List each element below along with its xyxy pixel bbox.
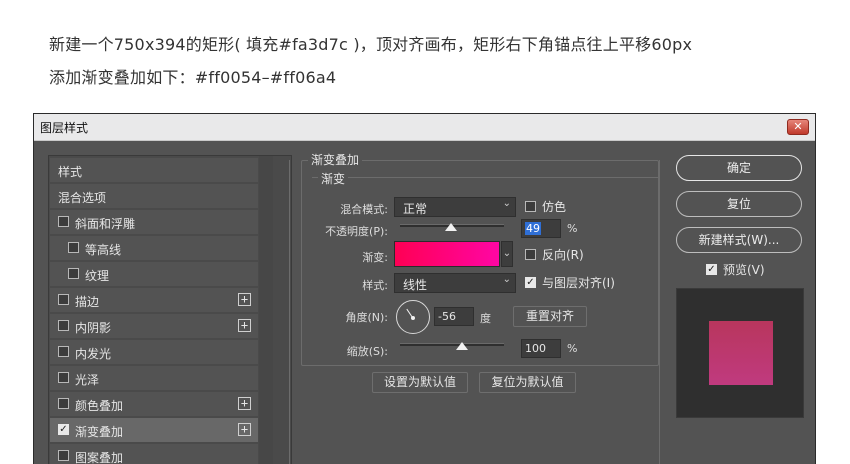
- reset-to-default-button[interactable]: 复位为默认值: [479, 372, 576, 393]
- gradient-style-select[interactable]: 线性 ⌄: [394, 273, 516, 293]
- satin-checkbox[interactable]: [58, 372, 69, 383]
- add-inner-shadow-icon[interactable]: +: [238, 319, 251, 332]
- reset-button[interactable]: 复位: [676, 191, 802, 217]
- new-style-button[interactable]: 新建样式(W)...: [676, 227, 802, 253]
- sidebar-item-blending-options[interactable]: 混合选项: [50, 184, 258, 208]
- preview-swatch: [709, 321, 773, 385]
- scale-input[interactable]: 100: [521, 339, 561, 358]
- ok-button[interactable]: 确定: [676, 155, 802, 181]
- gradient-swatch[interactable]: [394, 241, 500, 267]
- group-title: 渐变叠加: [308, 151, 363, 168]
- scale-label: 缩放(S):: [346, 345, 388, 358]
- scale-unit: %: [567, 342, 578, 355]
- angle-input[interactable]: -56: [434, 307, 474, 326]
- inner-shadow-checkbox[interactable]: [58, 320, 69, 331]
- texture-checkbox[interactable]: [68, 268, 79, 279]
- opacity-input[interactable]: 49: [521, 219, 561, 238]
- style-label: 样式:: [362, 279, 388, 292]
- preview-label: 预览(V): [723, 263, 765, 277]
- close-button[interactable]: ✕: [787, 119, 809, 135]
- inner-glow-checkbox[interactable]: [58, 346, 69, 357]
- sidebar-item-label: 渐变叠加: [75, 425, 124, 439]
- subgroup-title: 渐变: [318, 170, 349, 187]
- add-stroke-icon[interactable]: +: [238, 293, 251, 306]
- stroke-checkbox[interactable]: [58, 294, 69, 305]
- scale-slider-thumb[interactable]: [456, 342, 469, 350]
- set-default-button[interactable]: 设置为默认值: [372, 372, 468, 393]
- dither-checkbox[interactable]: [525, 201, 536, 212]
- bevel-emboss-checkbox[interactable]: [58, 216, 69, 227]
- sidebar-item-satin[interactable]: 光泽: [50, 366, 258, 390]
- opacity-unit: %: [567, 222, 578, 235]
- blend-mode-label: 混合模式:: [340, 203, 388, 216]
- reverse-label: 反向(R): [542, 248, 584, 262]
- sidebar-item-label: 混合选项: [58, 191, 107, 205]
- angle-label: 角度(N):: [345, 311, 388, 324]
- scale-slider-track[interactable]: [400, 343, 504, 346]
- style-list-scrollbar[interactable]: [259, 156, 273, 464]
- sidebar-item-gradient-overlay[interactable]: ✓ 渐变叠加 +: [50, 418, 258, 442]
- angle-dial-center: [411, 316, 415, 320]
- panel-divider: [659, 160, 660, 464]
- reset-alignment-button[interactable]: 重置对齐: [513, 306, 587, 327]
- sidebar-item-color-overlay[interactable]: 颜色叠加 +: [50, 392, 258, 416]
- layer-style-dialog: 图层样式 ✕ 样式 混合选项 斜面和浮雕 等高线 纹理 描边 + 内阴影 + 内…: [33, 113, 816, 464]
- opacity-value: 49: [525, 222, 541, 235]
- intro-line-1: 新建一个750x394的矩形( 填充#fa3d7c )，顶对齐画布，矩形右下角锚…: [49, 35, 693, 54]
- align-with-layer-checkbox[interactable]: ✓: [525, 277, 536, 288]
- angle-unit: 度: [480, 312, 491, 325]
- dialog-title: 图层样式: [40, 121, 89, 135]
- chevron-down-icon: ⌄: [502, 274, 511, 285]
- sidebar-item-inner-shadow[interactable]: 内阴影 +: [50, 314, 258, 338]
- sidebar-item-label: 斜面和浮雕: [75, 217, 136, 231]
- opacity-slider-thumb[interactable]: [444, 223, 457, 231]
- sidebar-item-label: 内发光: [75, 347, 112, 361]
- sidebar-item-label: 内阴影: [75, 321, 112, 335]
- gradient-picker-dropdown[interactable]: ⌄: [501, 241, 513, 267]
- sidebar-item-label: 图案叠加: [75, 451, 124, 464]
- add-color-overlay-icon[interactable]: +: [238, 397, 251, 410]
- sidebar-item-label: 样式: [58, 165, 83, 179]
- reverse-checkbox[interactable]: [525, 249, 536, 260]
- align-with-layer-label: 与图层对齐(I): [542, 276, 615, 290]
- sidebar-item-stroke[interactable]: 描边 +: [50, 288, 258, 312]
- sidebar-item-label: 纹理: [85, 269, 110, 283]
- opacity-label: 不透明度(P):: [325, 225, 388, 238]
- dither-label: 仿色: [542, 200, 567, 214]
- sidebar-item-inner-glow[interactable]: 内发光: [50, 340, 258, 364]
- pattern-overlay-checkbox[interactable]: [58, 450, 69, 461]
- gradient-label: 渐变:: [362, 251, 388, 264]
- blend-mode-value: 正常: [403, 202, 428, 216]
- sidebar-item-label: 描边: [75, 295, 100, 309]
- gradient-style-value: 线性: [403, 278, 428, 292]
- panel-divider: [289, 160, 290, 464]
- chevron-down-icon: ⌄: [502, 248, 512, 259]
- color-overlay-checkbox[interactable]: [58, 398, 69, 409]
- sidebar-item-styles[interactable]: 样式: [50, 158, 258, 182]
- blend-mode-select[interactable]: 正常 ⌄: [394, 197, 516, 217]
- sidebar-item-pattern-overlay[interactable]: 图案叠加: [50, 444, 258, 464]
- add-gradient-overlay-icon[interactable]: +: [238, 423, 251, 436]
- style-preview: [676, 288, 804, 418]
- close-icon: ✕: [793, 120, 803, 133]
- sidebar-item-texture[interactable]: 纹理: [50, 262, 258, 286]
- sidebar-item-label: 等高线: [85, 243, 122, 257]
- intro-line-2: 添加渐变叠加如下：#ff0054–#ff06a4: [49, 68, 337, 87]
- preview-checkbox[interactable]: ✓: [706, 264, 717, 275]
- contour-checkbox[interactable]: [68, 242, 79, 253]
- sidebar-item-contour[interactable]: 等高线: [50, 236, 258, 260]
- sidebar-item-label: 颜色叠加: [75, 399, 124, 413]
- chevron-down-icon: ⌄: [502, 198, 511, 209]
- angle-dial[interactable]: [396, 300, 430, 334]
- sidebar-item-label: 光泽: [75, 373, 100, 387]
- dialog-titlebar: 图层样式 ✕: [34, 114, 815, 141]
- sidebar-item-bevel-emboss[interactable]: 斜面和浮雕: [50, 210, 258, 234]
- gradient-overlay-checkbox[interactable]: ✓: [58, 424, 69, 435]
- style-list-panel: 样式 混合选项 斜面和浮雕 等高线 纹理 描边 + 内阴影 + 内发光 光泽 颜…: [48, 155, 292, 464]
